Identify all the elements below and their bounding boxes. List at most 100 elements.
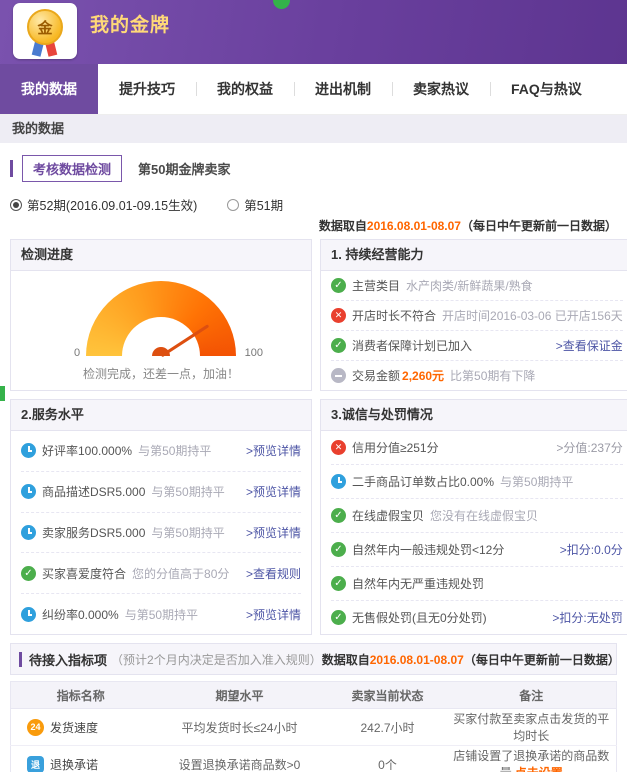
- shipping-speed-icon: 24: [27, 719, 44, 736]
- medal-badge: 金: [13, 3, 77, 59]
- metric-label: 无售假处罚(且无0分处罚): [352, 609, 487, 626]
- metric-label: 信用分值≥251分: [352, 439, 439, 456]
- metric-sub: 与第50期持平: [151, 483, 224, 500]
- metric-label: 卖家服务DSR5.000: [42, 524, 145, 541]
- metric-name: 退换承诺: [50, 756, 98, 772]
- progress-gauge: 0 100: [86, 281, 236, 356]
- main-nav: 我的数据 提升技巧 我的权益 进出机制 卖家热议 FAQ与热议: [0, 64, 627, 115]
- gauge-max-label: 100: [245, 347, 263, 359]
- metric-name-cell: 24 发货速度: [11, 709, 151, 746]
- click-to-set-link[interactable]: 点击设置: [515, 766, 563, 772]
- metric-sub: 比第50期有下降: [450, 367, 535, 384]
- tab-my-benefits[interactable]: 我的权益: [196, 64, 294, 114]
- left-edge-marker: [0, 386, 5, 401]
- top-green-indicator-icon: [273, 0, 290, 9]
- page-header: 金 我的金牌: [0, 0, 627, 64]
- metric-row: 二手商品订单数占比0.00% 与第50期持平: [331, 465, 623, 499]
- metric-label: 自然年内无严重违规处罚: [352, 575, 484, 592]
- metric-row: 买家喜爱度符合 您的分值高于80分 >查看规则: [21, 553, 301, 594]
- preview-detail-link[interactable]: >预览详情: [240, 606, 301, 623]
- metric-name-cell: 退退换承诺: [11, 746, 151, 772]
- score-detail-link[interactable]: >分值:237分: [550, 439, 622, 456]
- data-note: 数据取自2016.08.01-08.07（每日中午更新前一日数据）: [319, 217, 617, 234]
- panel-progress: 检测进度 0 100 检测完成，还差一点，加油！: [10, 239, 312, 391]
- data-note-date: 2016.08.01-08.07: [370, 653, 464, 667]
- metric-row: 好评率100.000% 与第50期持平 >预览详情: [21, 431, 301, 472]
- metric-label: 在线虚假宝贝: [352, 507, 424, 524]
- metric-label: 主营类目: [352, 277, 400, 294]
- metric-row: 卖家服务DSR5.000 与第50期持平 >预览详情: [21, 513, 301, 554]
- data-note-suffix: （每日中午更新前一日数据）: [464, 653, 620, 667]
- metric-name: 发货速度: [50, 719, 98, 736]
- current-status-cell: 242.7小时: [329, 709, 447, 746]
- metric-sub: 开店时间2016-03-06 已开店156天: [442, 307, 623, 324]
- clock-icon: [21, 525, 36, 540]
- metric-label: 开店时长不符合: [352, 307, 436, 324]
- remark-cell: 店铺设置了退换承诺的商品数量点击设置: [447, 746, 617, 772]
- tab-faq[interactable]: FAQ与热议: [490, 64, 603, 114]
- data-note: 数据取自2016.08.01-08.07（每日中午更新前一日数据）: [322, 651, 620, 668]
- metric-label: 商品描述DSR5.000: [42, 483, 145, 500]
- data-note-suffix: （每日中午更新前一日数据）: [461, 219, 617, 233]
- section-title: 我的数据: [0, 115, 627, 143]
- metric-sub: 您没有在线虚假宝贝: [430, 507, 538, 524]
- clock-icon: [21, 484, 36, 499]
- clock-icon: [21, 607, 36, 622]
- view-deposit-link[interactable]: >查看保证金: [550, 337, 623, 354]
- tab-my-data[interactable]: 我的数据: [0, 64, 98, 114]
- metric-label: 消费者保障计划已加入: [352, 337, 472, 354]
- preview-detail-link[interactable]: >预览详情: [240, 442, 301, 459]
- content-area: 考核数据检测 第50期金牌卖家 第52期(2016.09.01-09.15生效)…: [0, 143, 627, 772]
- clock-icon: [21, 443, 36, 458]
- metric-label: 二手商品订单数占比0.00%: [352, 473, 494, 490]
- tab-entry-exit-rules[interactable]: 进出机制: [294, 64, 392, 114]
- radio-unselected-icon[interactable]: [227, 199, 239, 211]
- tab-improve-skills[interactable]: 提升技巧: [98, 64, 196, 114]
- check-icon: [331, 338, 346, 353]
- radio-selected-icon[interactable]: [10, 199, 22, 211]
- clock-icon: [331, 474, 346, 489]
- gauge-caption: 检测完成，还差一点，加油！: [83, 365, 239, 382]
- deduction-detail-link[interactable]: >扣分:无处罚: [546, 609, 622, 626]
- preview-detail-link[interactable]: >预览详情: [240, 524, 301, 541]
- gold-medal-seller-page: 金 我的金牌 我的数据 提升技巧 我的权益 进出机制 卖家热议 FAQ与热议 我…: [0, 0, 627, 772]
- panel-service: 2.服务水平 好评率100.000% 与第50期持平 >预览详情 商品描述DSR…: [10, 399, 312, 635]
- pending-title: 待接入指标项: [29, 650, 107, 669]
- metric-row: 开店时长不符合 开店时间2016-03-06 已开店156天: [331, 301, 623, 331]
- metric-row: 主营类目 水产肉类/新鲜蔬果/熟食: [331, 271, 623, 301]
- metric-sub: 与第50期持平: [151, 524, 224, 541]
- return-promise-icon: 退: [27, 756, 44, 772]
- panel-credit-title: 3.诚信与处罚情况: [321, 400, 627, 431]
- metric-label: 自然年内一般违规处罚<12分: [352, 541, 504, 558]
- panel-sustain-title: 1. 持续经营能力: [321, 240, 627, 271]
- radio-period-52-label: 第52期(2016.09.01-09.15生效): [27, 195, 197, 214]
- neutral-icon: [331, 368, 346, 383]
- table-row: 24 发货速度 平均发货时长≤24小时 242.7小时 买家付款至卖家点击发货的平…: [11, 709, 617, 746]
- metric-label: 纠纷率0.000%: [42, 606, 119, 623]
- view-rules-link[interactable]: >查看规则: [240, 565, 301, 582]
- metric-sub: 水产肉类/新鲜蔬果/熟食: [406, 277, 533, 294]
- table-header-row: 指标名称 期望水平 卖家当前状态 备注: [11, 682, 617, 709]
- col-expected-level: 期望水平: [151, 682, 329, 709]
- preview-detail-link[interactable]: >预览详情: [240, 483, 301, 500]
- metric-sub: 与第50期持平: [500, 473, 573, 490]
- gold-medal-icon: 金: [27, 9, 63, 45]
- panel-progress-title: 检测进度: [11, 240, 311, 271]
- check-icon: [331, 278, 346, 293]
- expected-level-cell: 平均发货时长≤24小时: [151, 709, 329, 746]
- metric-label: 买家喜爱度符合: [42, 565, 126, 582]
- radio-period-51[interactable]: 第51期: [227, 195, 283, 214]
- radio-period-52[interactable]: 第52期(2016.09.01-09.15生效): [10, 195, 197, 214]
- data-note-prefix: 数据取自: [322, 653, 370, 667]
- remark-cell: 买家付款至卖家点击发货的平均时长: [447, 709, 617, 746]
- metric-row: 自然年内一般违规处罚<12分 >扣分:0.0分: [331, 533, 623, 567]
- deduction-detail-link[interactable]: >扣分:0.0分: [554, 541, 623, 558]
- subtab-period-50-sellers[interactable]: 第50期金牌卖家: [138, 159, 230, 178]
- subtab-assessment-data[interactable]: 考核数据检测: [22, 155, 122, 182]
- tab-seller-hot-topics[interactable]: 卖家热议: [392, 64, 490, 114]
- col-remark: 备注: [447, 682, 617, 709]
- panel-service-body: 好评率100.000% 与第50期持平 >预览详情 商品描述DSR5.000 与…: [11, 431, 311, 634]
- cross-icon: [331, 440, 346, 455]
- panel-credit-body: 信用分值≥251分 >分值:237分 二手商品订单数占比0.00% 与第50期持…: [321, 431, 627, 634]
- check-icon: [21, 566, 36, 581]
